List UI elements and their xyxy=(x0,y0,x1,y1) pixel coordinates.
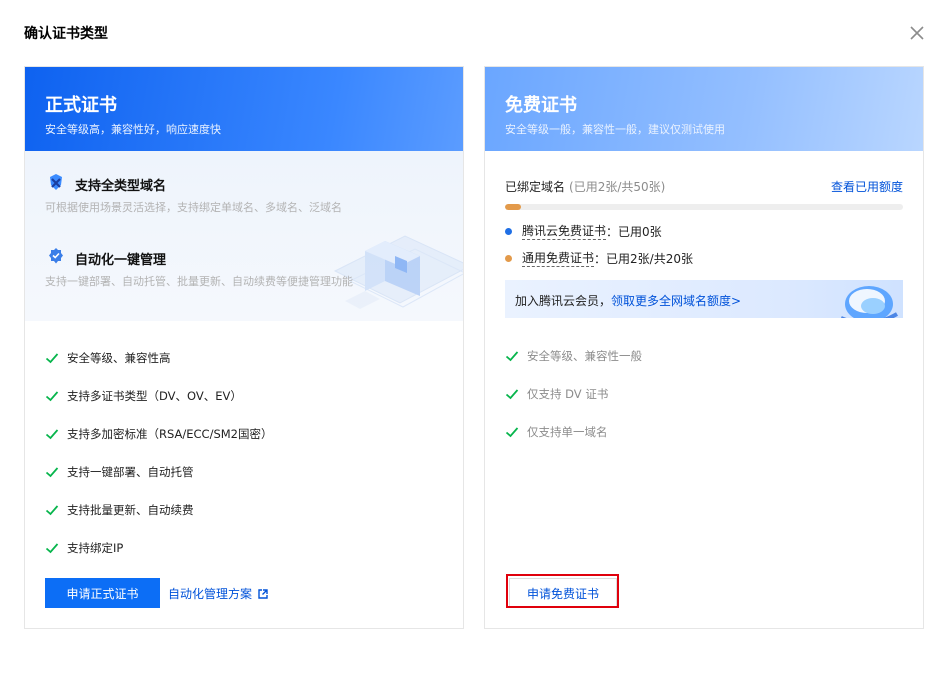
quota-item-general: 通用免费证书 ：已用2张/共20张 xyxy=(505,249,693,267)
check-label: 支持一键部署、自动托管 xyxy=(67,465,194,479)
free-card-subtitle: 安全等级一般，兼容性一般，建议仅测试使用 xyxy=(505,123,725,136)
free-certificate-card: 免费证书 安全等级一般，兼容性一般，建议仅测试使用 已绑定域名 (已用2张/共50… xyxy=(484,66,924,629)
promo-label: 加入腾讯云会员， xyxy=(515,294,612,308)
automation-plan-link[interactable]: 自动化管理方案 xyxy=(168,585,268,602)
check-icon xyxy=(45,391,59,402)
check-icon xyxy=(505,351,519,362)
gear-badge-icon xyxy=(47,247,65,265)
feature-desc-domain: 可根据使用场景灵活选择，支持绑定单域名、多域名、泛域名 xyxy=(45,201,342,214)
quota-progress-fill xyxy=(505,204,521,210)
quota-name[interactable]: 腾讯云免费证书 xyxy=(522,222,607,240)
free-check-item: 仅支持 DV 证书 xyxy=(505,385,608,403)
external-link-icon xyxy=(258,588,268,599)
quota-value: ：已用2张/共20张 xyxy=(594,251,693,266)
apply-formal-button[interactable]: 申请正式证书 xyxy=(45,578,160,608)
automation-plan-label: 自动化管理方案 xyxy=(168,587,253,601)
formal-check-item: 安全等级、兼容性高 xyxy=(45,349,171,367)
feature-desc-auto: 支持一键部署、自动托管、批量更新、自动续费等便捷管理功能 xyxy=(45,275,353,288)
quota-name[interactable]: 通用免费证书 xyxy=(522,249,595,267)
check-label: 支持多加密标准（RSA/ECC/SM2国密） xyxy=(67,427,273,441)
formal-check-item: 支持一键部署、自动托管 xyxy=(45,463,194,481)
bound-count: (已用2张/共50张) xyxy=(569,180,666,194)
check-label: 支持多证书类型（DV、OV、EV） xyxy=(67,389,242,403)
dialog-title: 确认证书类型 xyxy=(24,26,108,42)
check-label: 支持批量更新、自动续费 xyxy=(67,503,194,517)
member-promo-banner: 加入腾讯云会员，领取更多全网域名额度> xyxy=(505,280,903,318)
quota-dot xyxy=(505,227,512,235)
shield-star-icon xyxy=(47,173,65,191)
check-icon xyxy=(45,467,59,478)
check-icon xyxy=(505,389,519,400)
promo-illustration xyxy=(841,286,898,318)
quota-item-tencent: 腾讯云免费证书 ：已用0张 xyxy=(505,222,662,240)
feature-title-auto: 自动化一键管理 xyxy=(75,253,167,268)
check-label: 安全等级、兼容性一般 xyxy=(527,349,642,363)
check-label: 仅支持单一域名 xyxy=(527,425,608,439)
formal-check-item: 支持多加密标准（RSA/ECC/SM2国密） xyxy=(45,425,272,443)
check-icon xyxy=(505,427,519,438)
formal-check-item: 支持多证书类型（DV、OV、EV） xyxy=(45,387,242,405)
close-icon[interactable] xyxy=(908,24,926,42)
free-check-item: 仅支持单一域名 xyxy=(505,423,608,441)
formal-feature-panel: 支持全类型域名 可根据使用场景灵活选择，支持绑定单域名、多域名、泛域名 自动化一… xyxy=(25,151,463,321)
formal-card-subtitle: 安全等级高，兼容性好，响应速度快 xyxy=(45,123,221,136)
free-card-header: 免费证书 安全等级一般，兼容性一般，建议仅测试使用 xyxy=(485,67,923,151)
check-icon xyxy=(45,353,59,364)
check-label: 支持绑定IP xyxy=(67,541,124,555)
check-icon xyxy=(45,543,59,554)
formal-card-header: 正式证书 安全等级高，兼容性好，响应速度快 xyxy=(25,67,463,151)
quota-dot xyxy=(505,254,512,262)
feature-title-domain: 支持全类型域名 xyxy=(75,179,167,194)
free-check-item: 安全等级、兼容性一般 xyxy=(505,347,642,365)
bound-label-text: 已绑定域名 xyxy=(505,180,566,194)
check-icon xyxy=(45,505,59,516)
formal-check-item: 支持批量更新、自动续费 xyxy=(45,501,194,519)
view-used-quota-link[interactable]: 查看已用额度 xyxy=(831,178,903,195)
formal-check-item: 支持绑定IP xyxy=(45,539,123,557)
isometric-illustration xyxy=(333,235,463,309)
free-card-title: 免费证书 xyxy=(505,95,577,116)
quota-value: ：已用0张 xyxy=(606,224,662,239)
apply-free-button[interactable]: 申请免费证书 xyxy=(509,578,617,608)
promo-text: 加入腾讯云会员，领取更多全网域名额度> xyxy=(515,292,741,309)
check-label: 安全等级、兼容性高 xyxy=(67,351,171,365)
quota-progress-bar xyxy=(505,204,903,210)
formal-card-title: 正式证书 xyxy=(45,95,117,116)
formal-certificate-card: 正式证书 安全等级高，兼容性好，响应速度快 支持全类型域名 可根据使用场景灵活选… xyxy=(24,66,464,629)
check-label: 仅支持 DV 证书 xyxy=(527,387,609,401)
bound-domains-label: 已绑定域名 (已用2张/共50张) xyxy=(505,178,665,195)
promo-link[interactable]: 领取更多全网域名额度> xyxy=(611,294,741,308)
check-icon xyxy=(45,429,59,440)
